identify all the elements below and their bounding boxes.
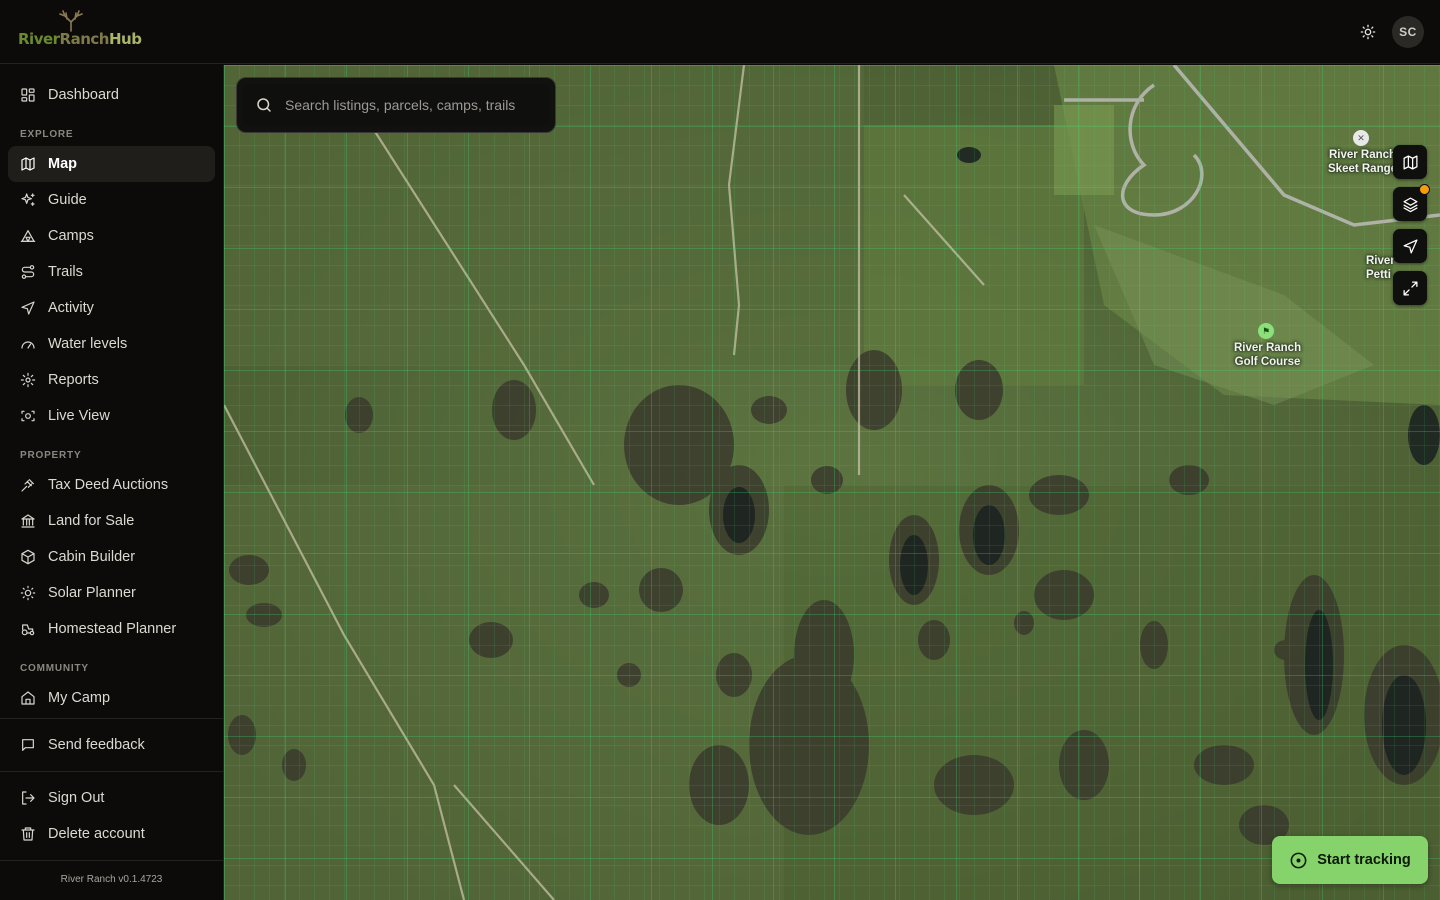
bank-icon [20,513,36,529]
tractor-icon [20,621,36,637]
sidebar-item-label: My Camp [48,690,111,706]
sidebar-item-land-for-sale[interactable]: Land for Sale [8,503,215,539]
sidebar-item-sign-out[interactable]: Sign Out [8,780,215,816]
sidebar: Dashboard EXPLORE Map Guide Camps Trails… [0,65,224,900]
map-icon [20,156,36,172]
sidebar-item-dashboard[interactable]: Dashboard [8,77,215,113]
sidebar-item-label: Trails [48,264,83,280]
sidebar-item-label: Homestead Planner [48,621,177,637]
gavel-icon [20,477,36,493]
sidebar-item-map[interactable]: Map [8,146,215,182]
sidebar-item-label: Water levels [48,336,128,352]
app-version: River Ranch v0.1.4723 [60,874,163,885]
sidebar-divider [0,718,223,719]
sidebar-item-label: Guide [48,192,87,208]
sidebar-item-send-feedback[interactable]: Send feedback [8,727,215,763]
start-tracking-label: Start tracking [1317,852,1411,868]
locate-button[interactable] [1393,229,1427,263]
sidebar-item-my-camp[interactable]: My Camp [8,680,215,716]
sidebar-item-label: Tax Deed Auctions [48,477,169,493]
dashboard-icon [20,87,36,103]
sidebar-item-guide[interactable]: Guide [8,182,215,218]
section-heading-explore: EXPLORE [20,129,74,140]
sidebar-item-tax-deed-auctions[interactable]: Tax Deed Auctions [8,467,215,503]
sidebar-item-homestead-planner[interactable]: Homestead Planner [8,611,215,647]
tracking-icon [1290,852,1307,868]
fullscreen-button[interactable] [1393,271,1427,305]
message-icon [20,737,36,753]
skeet-range-pin-icon[interactable]: ✕ [1353,130,1369,146]
basemap-button[interactable] [1393,145,1427,179]
home-icon [20,690,36,706]
poi-label-golf-course[interactable]: River Ranch Golf Course [1234,341,1301,369]
navigation-icon [20,300,36,316]
section-heading-community: COMMUNITY [20,663,89,674]
sidebar-item-trails[interactable]: Trails [8,254,215,290]
sidebar-item-delete-account[interactable]: Delete account [8,816,215,852]
radiate-icon [20,372,36,388]
sun-icon [1360,24,1376,40]
sidebar-item-label: Activity [48,300,94,316]
user-avatar[interactable]: SC [1392,16,1424,48]
sidebar-item-label: Reports [48,372,99,388]
sparkles-icon [20,192,36,208]
search-input[interactable] [285,97,549,113]
sidebar-item-activity[interactable]: Activity [8,290,215,326]
logo-text: RiverRanchHub [18,30,142,48]
sidebar-item-water-levels[interactable]: Water levels [8,326,215,362]
sidebar-item-label: Dashboard [48,87,119,103]
sidebar-item-label: Solar Planner [48,585,136,601]
gauge-icon [20,336,36,352]
sidebar-item-camps[interactable]: Camps [8,218,215,254]
layers-icon [1402,196,1418,212]
map-canvas[interactable]: ✕ River Ranch Skeet Range River Petti ⚑ … [224,65,1440,900]
fullscreen-icon [1402,280,1418,296]
locate-icon [1402,238,1418,254]
golf-course-pin-icon[interactable]: ⚑ [1258,323,1274,339]
start-tracking-button[interactable]: Start tracking [1272,836,1428,884]
sidebar-item-label: Camps [48,228,94,244]
sidebar-item-cabin-builder[interactable]: Cabin Builder [8,539,215,575]
sidebar-divider [0,771,223,772]
sidebar-item-solar-planner[interactable]: Solar Planner [8,575,215,611]
camera-icon [20,408,36,424]
search-icon [257,98,271,112]
trash-icon [20,826,36,842]
layers-notification-dot [1419,184,1430,195]
sidebar-item-label: Send feedback [48,737,145,753]
section-heading-property: PROPERTY [20,450,82,461]
sidebar-item-reports[interactable]: Reports [8,362,215,398]
route-icon [20,264,36,280]
search-field-container [243,84,549,126]
app-logo[interactable]: RiverRanchHub [14,10,142,54]
sidebar-divider [0,860,223,861]
sun-icon [20,585,36,601]
theme-toggle-button[interactable] [1356,20,1380,44]
sidebar-item-label: Land for Sale [48,513,135,529]
poi-label-partial[interactable]: River Petti [1366,254,1395,282]
box-icon [20,549,36,565]
tent-icon [20,228,36,244]
sidebar-item-live-view[interactable]: Live View [8,398,215,434]
sidebar-item-label: Delete account [48,826,145,842]
sidebar-item-label: Map [48,156,77,172]
sidebar-item-label: Cabin Builder [48,549,136,565]
map-search-box [236,77,556,133]
sidebar-item-label: Live View [48,408,110,424]
basemap-icon [1402,154,1418,170]
poi-label-skeet-range[interactable]: River Ranch Skeet Range [1328,148,1397,176]
sidebar-item-label: Sign Out [48,790,105,806]
top-bar: RiverRanchHub SC [0,0,1440,64]
satellite-imagery [224,65,1440,900]
logout-icon [20,790,36,806]
antler-icon [59,10,83,32]
